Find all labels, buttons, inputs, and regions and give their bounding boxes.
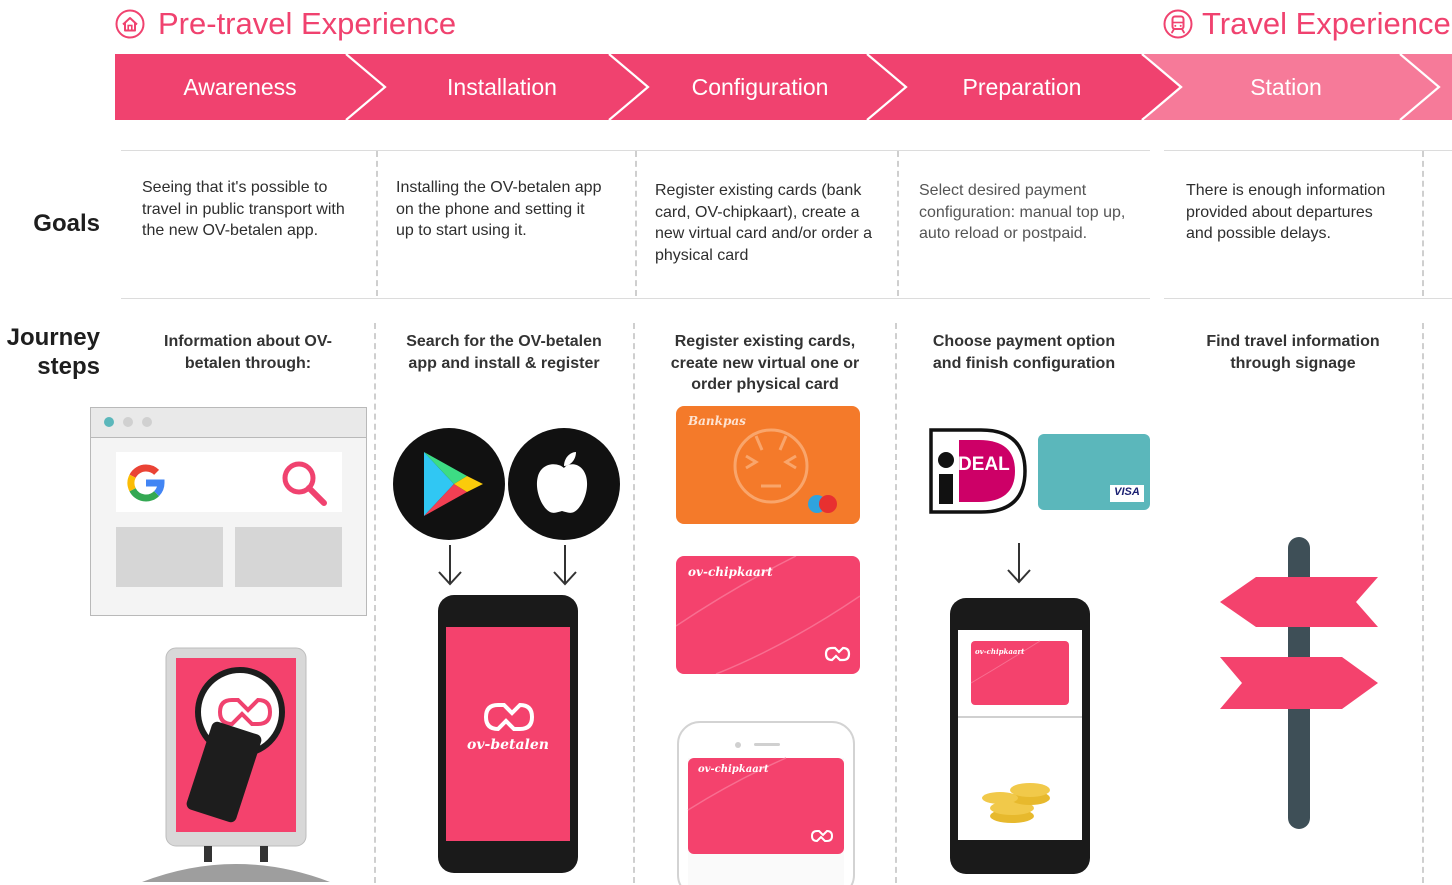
journey-label-line1: Journey [6, 324, 100, 351]
step-configuration: Register existing cards, create new virt… [670, 333, 860, 393]
column-divider [376, 151, 378, 296]
ideal-logo-text: DEAL [958, 454, 1010, 475]
step-preparation: Choose payment option and finish configu… [932, 333, 1116, 372]
goal-installation: Installing the OV-betalen app on the pho… [396, 179, 602, 239]
smartphone-app-illustration [438, 595, 578, 873]
visa-card-illustration [1038, 434, 1150, 510]
step-installation: Search for the OV-betalen app and instal… [406, 333, 602, 372]
journey-steps-label: Journey steps [0, 323, 100, 381]
column-divider [895, 323, 897, 883]
stage-band: Awareness Installation Configuration Pre… [115, 54, 1452, 120]
visa-logo: VISA [1114, 486, 1140, 498]
column-divider [633, 323, 635, 883]
column-divider [374, 323, 376, 883]
phone-card-label: ov-chipkaart [975, 647, 1025, 656]
travel-title: Travel Experience [1202, 6, 1451, 41]
apple-logo [508, 428, 620, 540]
column-divider [897, 151, 899, 296]
down-arrow-icon [1007, 543, 1031, 584]
google-logo [127, 464, 165, 502]
stage-station: Station [1250, 74, 1322, 100]
browser-window-illustration [90, 407, 367, 616]
house-icon [115, 9, 145, 39]
pre-travel-title: Pre-travel Experience [158, 6, 457, 41]
google-play-logo [393, 428, 505, 540]
column-divider [635, 151, 637, 296]
stage-awareness: Awareness [183, 74, 297, 100]
app-name-label: ov-betalen [467, 737, 549, 753]
signpost-illustration [1220, 537, 1378, 829]
smartphone-payment-illustration [950, 598, 1090, 874]
goal-configuration: Register existing cards (bank card, OV-c… [655, 182, 872, 264]
bankpas-card-label: Bankpas [688, 414, 746, 428]
stage-installation: Installation [447, 74, 557, 100]
step-station: Find travel information through signage [1206, 333, 1380, 372]
down-arrow-icon [438, 545, 462, 586]
phone-with-card-illustration [677, 721, 855, 885]
column-divider [1422, 323, 1424, 883]
goals-label: Goals [33, 210, 100, 237]
goal-station: There is enough information provided abo… [1186, 182, 1386, 242]
virtual-card-label: ov-chipkaart [698, 764, 769, 775]
goal-awareness: Seeing that it's possible to travel in p… [142, 179, 345, 239]
column-divider [1422, 151, 1424, 296]
goal-preparation: Select desired payment configuration: ma… [919, 182, 1126, 242]
search-icon [282, 461, 327, 506]
stage-preparation: Preparation [962, 74, 1082, 100]
ov-chipkaart-card-label: ov-chipkaart [688, 565, 773, 579]
poster-stand-illustration [142, 647, 330, 882]
train-icon [1163, 9, 1193, 39]
journey-label-line2: steps [37, 353, 100, 380]
stage-configuration: Configuration [691, 74, 829, 100]
down-arrow-icon [553, 545, 577, 586]
step-awareness: Information about OV-betalen through: [164, 333, 332, 372]
